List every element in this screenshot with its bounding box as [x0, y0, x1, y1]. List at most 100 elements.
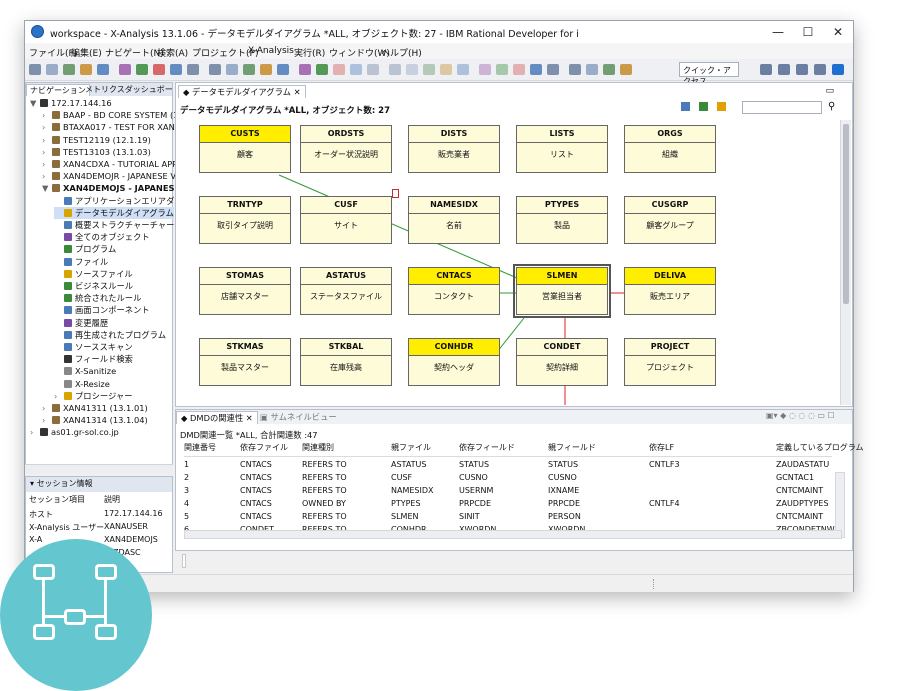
column-header[interactable]: 関連種別 — [302, 442, 334, 453]
tree-item[interactable]: 再生成されたプログラム — [54, 329, 166, 341]
perspective-icon[interactable] — [760, 64, 772, 75]
column-header[interactable]: 依存ファイル — [240, 442, 288, 453]
diagram-canvas[interactable]: CUSTS 顧客 ORDSTS オーダー状況説明 DISTS 販売業者 LISTS リスト OR… — [179, 120, 851, 405]
tree-item[interactable]: ソーススキャン — [54, 341, 133, 353]
expand-arrow-icon[interactable]: › — [42, 158, 52, 170]
nav-horizontal-scrollbar[interactable] — [25, 464, 173, 474]
toolbar-button-icon[interactable] — [389, 64, 401, 75]
toolbar-button-icon[interactable] — [46, 64, 58, 75]
entity-node-stkbal[interactable]: STKBAL 在庫残高 — [300, 338, 392, 386]
tree-item[interactable]: プログラム — [54, 243, 116, 255]
toolbar-button-icon[interactable] — [170, 64, 182, 75]
entity-node-cntacs[interactable]: CNTACS コンタクト — [408, 267, 500, 315]
tree-item[interactable]: ビジネスルール — [54, 280, 133, 292]
minimize-button[interactable]: — — [763, 21, 793, 43]
expand-arrow-icon[interactable]: › — [42, 402, 52, 414]
toolbar-button-icon[interactable] — [569, 64, 581, 75]
menu-edit[interactable]: 編集(E) — [71, 46, 102, 59]
toolbar-button-icon[interactable] — [153, 64, 165, 75]
tree-item[interactable]: フィールド検索 — [54, 353, 133, 365]
toolbar-button-icon[interactable] — [406, 64, 418, 75]
entity-node-astatus[interactable]: ASTATUS ステータスファイル — [300, 267, 392, 315]
toolbar-button-icon[interactable] — [226, 64, 238, 75]
collapse-arrow-icon[interactable]: ▼ — [30, 97, 40, 109]
toolbar-button-icon[interactable] — [603, 64, 615, 75]
entity-node-ordsts[interactable]: ORDSTS オーダー状況説明 — [300, 125, 392, 173]
toolbar-button-icon[interactable] — [547, 64, 559, 75]
toolbar-button-icon[interactable] — [440, 64, 452, 75]
tree-item[interactable]: › TEST12119 (12.1.19) — [42, 134, 151, 146]
toolbar-button-icon[interactable] — [496, 64, 508, 75]
column-header[interactable]: 定義しているプログラム — [776, 442, 864, 453]
canvas-vertical-scrollbar[interactable] — [840, 120, 851, 405]
entity-node-trntyp[interactable]: TRNTYP 取引タイプ説明 — [199, 196, 291, 244]
tree-item[interactable]: › BTAXA017 - TEST FOR XANA — [42, 121, 181, 133]
perspective-icon[interactable] — [832, 64, 844, 75]
tree-item[interactable]: › as01.gr-sol.co.jp — [30, 426, 119, 438]
table-horizontal-scrollbar[interactable] — [184, 530, 842, 539]
entity-node-stomas[interactable]: STOMAS 店舗マスター — [199, 267, 291, 315]
toolbar-button-icon[interactable] — [187, 64, 199, 75]
toolbar-button-icon[interactable] — [80, 64, 92, 75]
entity-node-cusgrp[interactable]: CUSGRP 顧客グループ — [624, 196, 716, 244]
expand-arrow-icon[interactable]: › — [54, 390, 64, 402]
column-header[interactable]: 親フィールド — [548, 442, 596, 453]
menu-x-analysis[interactable]: X-Analysis — [248, 46, 294, 56]
expand-arrow-icon[interactable]: › — [30, 426, 40, 438]
binoculars-icon[interactable]: ⚲ — [828, 101, 835, 112]
tree-item[interactable]: X-Sanitize — [54, 365, 116, 377]
perspective-icon[interactable] — [796, 64, 808, 75]
perspective-icon[interactable] — [814, 64, 826, 75]
close-button[interactable]: ✕ — [823, 21, 853, 43]
toolbar-button-icon[interactable] — [423, 64, 435, 75]
tree-item[interactable]: ファイル — [54, 256, 108, 268]
column-header[interactable]: 関連番号 — [184, 442, 216, 453]
menu-search[interactable]: 検索(A) — [157, 46, 188, 59]
toolbar-button-icon[interactable] — [119, 64, 131, 75]
expand-arrow-icon[interactable]: › — [42, 170, 52, 182]
toolbar-button-icon[interactable] — [367, 64, 379, 75]
toolbar-button-icon[interactable] — [333, 64, 345, 75]
toolbar-button-icon[interactable] — [29, 64, 41, 75]
tree-item[interactable]: 概要ストラクチャーチャート — [54, 219, 183, 231]
tab-dmd-relations[interactable]: ◆ DMDの関連性 ✕ — [176, 411, 258, 424]
entity-node-stkmas[interactable]: STKMAS 製品マスター — [199, 338, 291, 386]
toolbar-button-icon[interactable] — [299, 64, 311, 75]
toolbar-button-icon[interactable] — [479, 64, 491, 75]
toolbar-button-icon[interactable] — [530, 64, 542, 75]
maximize-button[interactable]: ☐ — [793, 21, 823, 43]
tree-item[interactable]: 画面コンポーネント — [54, 304, 150, 316]
column-header[interactable]: 親ファイル — [391, 442, 431, 453]
tree-item[interactable]: › XAN4CDXA - TUTORIAL APP — [42, 158, 177, 170]
expand-arrow-icon[interactable]: › — [42, 109, 52, 121]
tree-item[interactable]: › XAN41314 (13.1.04) — [42, 414, 148, 426]
entity-node-project[interactable]: PROJECT プロジェクト — [624, 338, 716, 386]
canvas-scroll-thumb[interactable] — [843, 124, 849, 304]
column-header[interactable]: 依存LF — [649, 442, 674, 453]
expand-arrow-icon[interactable]: › — [42, 134, 52, 146]
entity-node-dists[interactable]: DISTS 販売業者 — [408, 125, 500, 173]
toolbar-button-icon[interactable] — [63, 64, 75, 75]
toolbar-button-icon[interactable] — [209, 64, 221, 75]
tree-item[interactable]: ▼ XAN4DEMOJS - JAPANESE — [42, 182, 180, 194]
expand-arrow-icon[interactable]: › — [42, 121, 52, 133]
column-header[interactable]: 依存フィールド — [459, 442, 515, 453]
note-icon[interactable] — [392, 189, 399, 198]
toolbar-button-icon[interactable] — [260, 64, 272, 75]
tree-item[interactable]: › プロシージャー — [54, 390, 133, 402]
tree-item[interactable]: › TEST13103 (13.1.03) — [42, 146, 151, 158]
toolbar-button-icon[interactable] — [457, 64, 469, 75]
quick-access-field[interactable]: クイック・アクセス — [679, 62, 739, 86]
tree-item[interactable]: › BAAP - BD CORE SYSTEM (13. — [42, 109, 186, 121]
perspective-icon[interactable] — [778, 64, 790, 75]
tree-item[interactable]: ソースファイル — [54, 268, 133, 280]
toolbar-button-icon[interactable] — [277, 64, 289, 75]
tab-metrics-dashboard[interactable]: メトリクスダッシュボード — [82, 84, 184, 95]
panel-toolbar-icons[interactable]: ▣▾ ◆ ◌ ◌ ◌ ▭ ☐ — [766, 411, 835, 420]
menu-run[interactable]: 実行(R) — [294, 46, 325, 59]
tree-item[interactable]: 統合されたルール — [54, 292, 141, 304]
tab-navigation[interactable]: ナビゲーション — [26, 84, 90, 96]
tree-item[interactable]: › XAN4DEMOJR - JAPANESE V — [42, 170, 176, 182]
entity-node-orgs[interactable]: ORGS 組織 — [624, 125, 716, 173]
tab-thumbnail-view[interactable]: ▣ サムネイルビュー — [256, 411, 341, 423]
